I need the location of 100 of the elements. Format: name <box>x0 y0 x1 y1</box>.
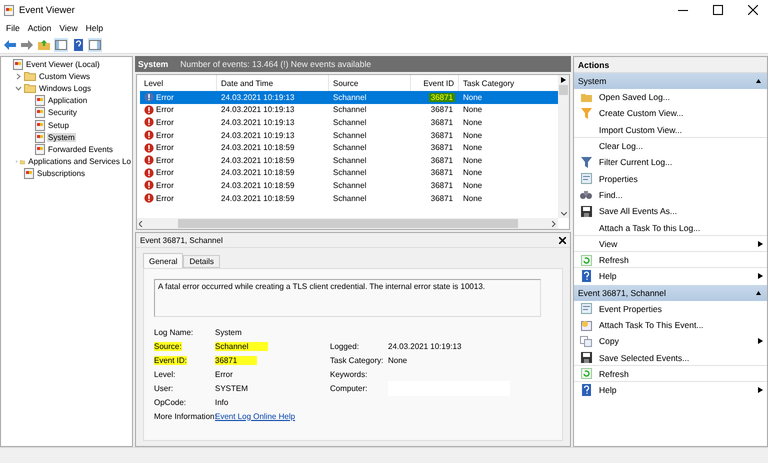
field-label: Keywords: <box>330 370 368 378</box>
command-link[interactable]: Save Selected Events... <box>574 349 767 366</box>
error-icon <box>144 193 154 204</box>
table-cell: 24.03.2021 10:19:13 <box>217 91 329 104</box>
tree-item[interactable]: Event Viewer (Local) <box>25 60 101 69</box>
tree-item[interactable]: Applications and Services Lo <box>27 157 132 166</box>
command-link[interactable]: Event Properties <box>574 300 767 317</box>
help-icon <box>582 384 590 396</box>
error-icon <box>144 104 154 115</box>
up-folder-button[interactable] <box>37 38 51 52</box>
field-value: 36871 <box>215 356 258 364</box>
field-value: Info <box>215 398 228 406</box>
error-icon <box>144 142 154 153</box>
command-link[interactable]: Create Custom View... <box>574 105 767 122</box>
show-tree-button[interactable] <box>54 38 68 52</box>
command-link[interactable]: Save All Events As... <box>574 203 767 220</box>
log-icon <box>35 107 45 118</box>
field-label: User: <box>154 384 174 392</box>
log-icon <box>35 95 45 106</box>
filter-icon <box>580 108 592 119</box>
command-link[interactable]: Help <box>574 382 767 398</box>
table-cell: None <box>459 91 558 104</box>
folder-icon <box>24 71 36 82</box>
scrollbar-thumb[interactable] <box>559 85 568 95</box>
scroll-right-icon[interactable] <box>552 220 556 226</box>
show-actions-button[interactable] <box>88 38 102 52</box>
folder-icon <box>24 83 36 94</box>
command-link[interactable]: Refresh <box>574 252 767 268</box>
chevron-right-icon[interactable] <box>15 72 22 80</box>
field-label: Source: <box>154 342 182 350</box>
field-label: More Information: <box>154 412 217 420</box>
field-label: Task Category: <box>330 356 384 364</box>
command-link[interactable]: Open Saved Log... <box>574 89 767 106</box>
refresh-icon <box>580 368 592 380</box>
submenu-arrow-icon <box>758 240 763 247</box>
command-link[interactable]: Copy <box>574 333 767 350</box>
help-link[interactable]: Event Log Online Help <box>215 412 330 420</box>
back-button[interactable] <box>3 38 17 52</box>
filter-icon <box>580 156 592 168</box>
chevron-right-icon[interactable] <box>15 158 18 166</box>
actions-title: Actions <box>574 57 767 73</box>
tree-item[interactable]: Windows Logs <box>38 84 92 93</box>
field-value: None <box>388 356 408 364</box>
scroll-left-icon[interactable] <box>139 220 143 226</box>
binoculars-icon <box>580 190 592 200</box>
chevron-down-icon[interactable] <box>15 84 22 92</box>
menu-item[interactable]: Action <box>24 20 56 36</box>
tab[interactable]: Details <box>183 255 220 268</box>
log-icon <box>4 4 14 16</box>
command-link[interactable]: Clear Log... <box>574 138 767 154</box>
menu-item[interactable]: File <box>2 20 24 36</box>
tab[interactable]: General <box>143 253 184 268</box>
submenu-arrow-icon <box>758 387 763 394</box>
menu-item[interactable]: Help <box>82 20 108 36</box>
command-link[interactable]: Attach Task To This Event... <box>574 316 767 334</box>
command-link[interactable]: Help <box>574 268 767 285</box>
field-label: Computer: <box>330 384 368 393</box>
close-icon[interactable] <box>748 5 758 15</box>
command-link[interactable]: Properties <box>574 170 767 187</box>
table-cell: Schannel <box>329 91 411 104</box>
field-label: OpCode: <box>154 398 186 406</box>
command-link[interactable]: Find... <box>574 186 767 204</box>
log-icon <box>35 144 45 155</box>
detail-title: Event 36871, Schannel <box>140 236 223 244</box>
field-value: Schannel <box>215 342 268 350</box>
section-header[interactable]: System <box>574 73 767 89</box>
tree-item[interactable]: Forwarded Events <box>47 144 114 154</box>
window-title: Event Viewer <box>19 4 76 16</box>
table-cell: 36871 <box>411 91 459 104</box>
command-link[interactable]: Attach a Task To this Log... <box>574 219 767 236</box>
command-link[interactable]: Refresh <box>574 366 767 382</box>
log-icon <box>35 120 45 131</box>
refresh-icon <box>580 254 592 266</box>
help-button[interactable] <box>71 38 85 52</box>
log-title: System <box>138 59 168 69</box>
command-link[interactable]: Filter Current Log... <box>574 154 767 170</box>
field-label: Logged: <box>330 342 359 350</box>
error-icon <box>144 180 154 190</box>
field-label: Event ID: <box>154 356 187 364</box>
section-header[interactable]: Event 36871, Schannel <box>574 284 767 301</box>
log-icon <box>35 132 45 143</box>
tree-item[interactable]: Application <box>47 96 88 106</box>
tree-item[interactable]: Security <box>47 108 78 118</box>
maximize-icon[interactable] <box>713 5 723 15</box>
field-value: System <box>215 328 242 336</box>
tree-item[interactable]: Setup <box>47 120 70 130</box>
help-icon <box>582 270 590 282</box>
command-link[interactable]: Import Custom View... <box>574 122 767 138</box>
submenu-arrow-icon <box>758 273 763 280</box>
field-label: Log Name: <box>154 328 194 336</box>
tree-item[interactable]: System <box>47 132 76 142</box>
close-icon[interactable] <box>559 236 566 244</box>
tree-item[interactable]: Custom Views <box>38 72 91 81</box>
forward-button[interactable] <box>20 38 34 52</box>
scrollbar-thumb[interactable] <box>178 219 518 228</box>
command-link[interactable]: View <box>574 236 767 252</box>
field-label: Level: <box>154 370 176 378</box>
scroll-down-icon[interactable] <box>560 212 566 216</box>
tree-item[interactable]: Subscriptions <box>36 169 86 178</box>
menu-item[interactable]: View <box>55 20 82 36</box>
